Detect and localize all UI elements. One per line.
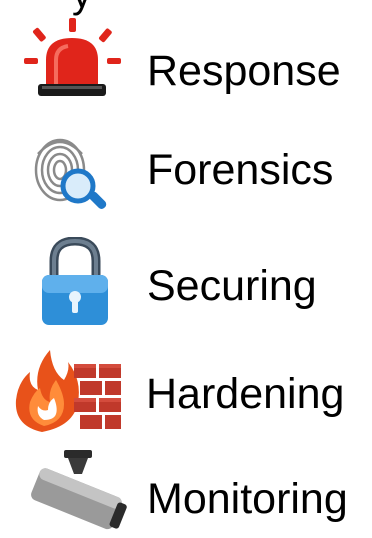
list-item-label: Monitoring bbox=[147, 475, 348, 523]
list-item-forensics: Forensics bbox=[0, 120, 372, 220]
firewall-icon bbox=[15, 350, 121, 432]
list-item-label: Hardening bbox=[146, 370, 345, 418]
list-item-monitoring: Monitoring bbox=[0, 438, 372, 538]
siren-icon bbox=[24, 18, 121, 96]
list-item-label: Response bbox=[147, 47, 341, 95]
security-camera-icon bbox=[31, 450, 127, 530]
fingerprint-magnifier-icon bbox=[34, 138, 107, 209]
list-item-label: Securing bbox=[147, 262, 317, 310]
list-item-response: Response bbox=[0, 10, 372, 110]
list-item-hardening: Hardening bbox=[0, 338, 372, 438]
list-item-securing: Securing bbox=[0, 225, 372, 325]
padlock-icon bbox=[42, 237, 108, 325]
list-item-label: Forensics bbox=[147, 146, 334, 194]
